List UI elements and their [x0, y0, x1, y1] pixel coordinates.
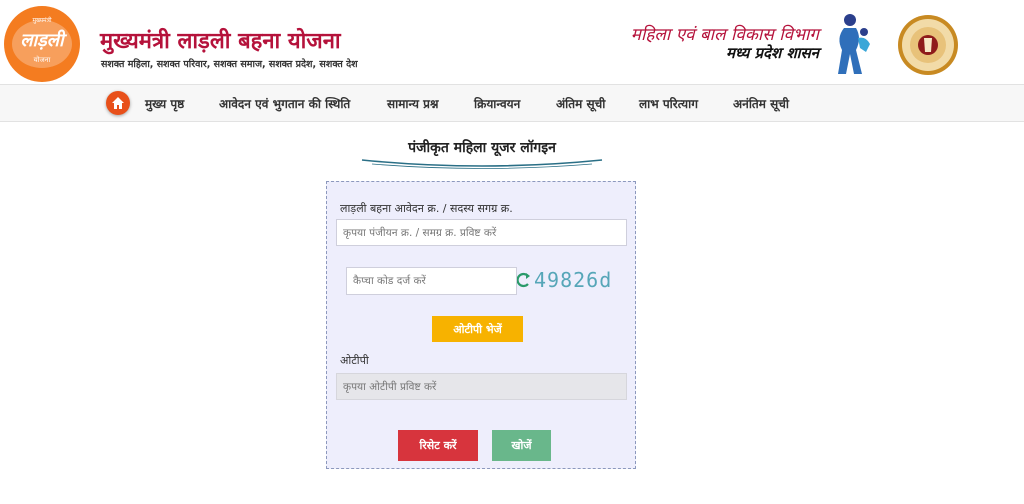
application-number-input[interactable]: [336, 219, 627, 246]
site-tagline: सशक्त महिला, सशक्त परिवार, सशक्त समाज, स…: [101, 59, 358, 70]
title-underline: [361, 159, 603, 169]
logo-text-top: मुख्यमंत्री: [32, 17, 52, 24]
logo-text-bottom: योजना: [33, 56, 51, 64]
nav-item-provisional-list[interactable]: अनंतिम सूची: [733, 95, 789, 112]
nav-item-implementation[interactable]: क्रियान्वयन: [474, 95, 520, 112]
department-name: महिला एवं बाल विकास विभाग: [630, 25, 819, 45]
send-otp-button[interactable]: ओटीपी भेजें: [432, 316, 523, 342]
captcha-input[interactable]: [346, 267, 517, 295]
government-name: मध्य प्रदेश शासन: [725, 44, 819, 62]
nav-item-home[interactable]: मुख्य पृष्ठ: [145, 95, 184, 112]
otp-label: ओटीपी: [340, 354, 369, 367]
woman-child-figure-icon: [838, 14, 870, 74]
reset-button[interactable]: रिसेट करें: [398, 430, 478, 461]
login-title: पंजीकृत महिला यूजर लॉगइन: [408, 140, 556, 156]
logo-text-main: लाड़ली: [20, 30, 64, 51]
home-button[interactable]: [106, 91, 130, 115]
mp-government-emblem-icon: [898, 15, 958, 75]
nav-item-final-list[interactable]: अंतिम सूची: [556, 95, 605, 112]
captcha-code: 49826d: [534, 268, 613, 292]
nav-item-application-status[interactable]: आवेदन एवं भुगतान की स्थिति: [219, 95, 350, 112]
site-title: मुख्यमंत्री लाड़ली बहना योजना: [100, 29, 341, 54]
application-number-label: लाड़ली बहना आवेदन क्र. / सदस्य सगग्र क्र…: [340, 202, 513, 215]
main-nav: मुख्य पृष्ठ आवेदन एवं भुगतान की स्थिति स…: [0, 84, 1024, 122]
search-button[interactable]: खोजें: [492, 430, 551, 461]
refresh-icon[interactable]: [517, 272, 531, 288]
otp-input[interactable]: [336, 373, 627, 400]
site-header: मुख्यमंत्री लाड़ली योजना मुख्यमंत्री लाड…: [0, 0, 1024, 84]
home-icon: [112, 97, 124, 109]
nav-item-faq[interactable]: सामान्य प्रश्न: [387, 95, 439, 112]
nav-item-benefit-renunciation[interactable]: लाभ परित्याग: [639, 95, 698, 112]
ladli-behna-logo[interactable]: मुख्यमंत्री लाड़ली योजना: [4, 6, 80, 82]
